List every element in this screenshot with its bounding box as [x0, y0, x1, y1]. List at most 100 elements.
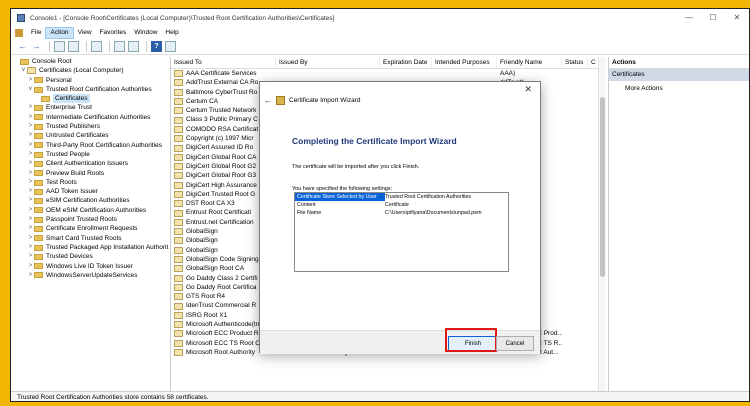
tree-item[interactable]: Console Root	[11, 57, 170, 66]
expand-arrow-icon[interactable]: >	[27, 150, 34, 159]
tree-item[interactable]: > Trusted People	[11, 150, 170, 159]
tree-item[interactable]: > Trusted Packaged App Installation Autho…	[11, 243, 170, 252]
table-cell	[562, 246, 588, 255]
expand-arrow-icon[interactable]: >	[27, 103, 34, 112]
settings-row[interactable]: Certificate Store Selected by User Trust…	[295, 193, 508, 201]
tree-item[interactable]: > Personal	[11, 76, 170, 85]
expand-arrow-icon[interactable]: >	[27, 271, 34, 280]
minimize-button[interactable]: —	[677, 9, 701, 27]
menu-favorites[interactable]: Favorites	[96, 27, 131, 39]
wizard-close-button[interactable]: ✕	[524, 84, 532, 95]
expand-arrow-icon[interactable]: >	[27, 113, 34, 122]
tree-item[interactable]: > Client Authentication Issuers	[11, 159, 170, 168]
console-menu-icon[interactable]	[15, 29, 23, 37]
tree-item[interactable]: ∨ Trusted Root Certification Authorities	[11, 85, 170, 94]
certificate-icon	[174, 116, 183, 124]
tree-item[interactable]: > Windows Live ID Token Issuer	[11, 262, 170, 271]
column-header[interactable]: Issued To	[171, 57, 276, 68]
cancel-button[interactable]: Cancel	[496, 336, 534, 351]
expand-arrow-icon[interactable]: >	[27, 262, 34, 271]
collapse-arrow-icon[interactable]: ∨	[20, 66, 27, 75]
expand-arrow-icon[interactable]: >	[27, 196, 34, 205]
show-action-pane-icon[interactable]	[165, 41, 176, 52]
tree-item[interactable]: > Preview Build Roots	[11, 169, 170, 178]
tree-item[interactable]: > Intermediate Certification Authorities	[11, 113, 170, 122]
tree-item[interactable]: > Enterprise Trust	[11, 103, 170, 112]
tree-item[interactable]: > Trusted Publishers	[11, 122, 170, 131]
column-header[interactable]: Intended Purposes	[432, 57, 497, 68]
close-window-button[interactable]: ✕	[725, 9, 749, 27]
refresh-icon[interactable]	[114, 41, 125, 52]
window-title: Console1 - [Console Root\Certificates (L…	[30, 14, 335, 22]
export-list-icon[interactable]	[128, 41, 139, 52]
folder-icon	[34, 235, 43, 242]
tree-item-label: Preview Build Roots	[46, 169, 105, 177]
expand-arrow-icon[interactable]: >	[27, 178, 34, 187]
actions-section-certificates[interactable]: Certificates	[609, 69, 749, 81]
tree-item[interactable]: > Passpoint Trusted Roots	[11, 215, 170, 224]
expand-arrow-icon[interactable]: >	[27, 243, 34, 252]
tree-item[interactable]: > AAD Token Issuer	[11, 187, 170, 196]
tree-item[interactable]: > Third-Party Root Certification Authorit…	[11, 141, 170, 150]
folder-icon	[34, 179, 43, 186]
help-icon[interactable]: ?	[151, 41, 162, 52]
tree-item[interactable]: > eSIM Certification Authorities	[11, 196, 170, 205]
expand-arrow-icon[interactable]: >	[27, 252, 34, 261]
setting-key: File Name	[297, 210, 322, 216]
tree-item[interactable]: > Test Roots	[11, 178, 170, 187]
maximize-button[interactable]: ☐	[701, 9, 725, 27]
expand-arrow-icon[interactable]: >	[27, 169, 34, 178]
expand-arrow-icon[interactable]: >	[27, 224, 34, 233]
expand-arrow-icon[interactable]: >	[27, 215, 34, 224]
expand-arrow-icon[interactable]: >	[27, 131, 34, 140]
tree-item[interactable]: > Untrusted Certificates	[11, 131, 170, 140]
up-folder-icon[interactable]	[54, 41, 65, 52]
tree-item[interactable]: > WindowsServerUpdateServices	[11, 271, 170, 280]
tree-item[interactable]: > Certificate Enrollment Requests	[11, 224, 170, 233]
table-row[interactable]: AAA Certificate Services AAA)	[171, 69, 606, 78]
tree-item[interactable]: ∨ Certificates (Local Computer)	[11, 66, 170, 75]
tree-item[interactable]: > Trusted Devices	[11, 252, 170, 261]
column-header[interactable]: Friendly Name	[497, 57, 562, 68]
column-header[interactable]: Expiration Date	[380, 57, 432, 68]
column-header[interactable]: Status	[562, 57, 588, 68]
settings-row[interactable]: File Name C:\Users\pifiyana\Documents\un…	[295, 209, 508, 217]
settings-row[interactable]: Content Certificate	[295, 201, 508, 209]
tree-item[interactable]: Certificates	[11, 94, 170, 104]
collapse-arrow-icon[interactable]: ∨	[27, 85, 34, 94]
cell-text: GTS Root R4	[186, 293, 226, 301]
tree-item[interactable]: > OEM eSIM Certification Authorities	[11, 206, 170, 215]
wizard-back-icon[interactable]: ←	[264, 96, 272, 105]
tree-item[interactable]: > Smart Card Trusted Roots	[11, 234, 170, 243]
expand-arrow-icon[interactable]: >	[27, 122, 34, 131]
expand-arrow-icon[interactable]: >	[27, 141, 34, 150]
show-hide-tree-icon[interactable]	[68, 41, 79, 52]
menu-window[interactable]: Window	[130, 27, 161, 39]
expand-arrow-icon[interactable]: >	[27, 234, 34, 243]
certificate-icon	[174, 191, 183, 198]
expand-arrow-icon[interactable]: >	[27, 159, 34, 168]
expand-arrow-icon[interactable]: >	[27, 187, 34, 196]
certificate-icon	[174, 200, 183, 208]
expand-arrow-icon[interactable]: >	[27, 76, 34, 85]
certificate-icon	[174, 107, 183, 115]
column-header[interactable]: Issued By	[276, 57, 380, 68]
scrollbar-thumb[interactable]	[600, 97, 605, 277]
forward-arrow-icon[interactable]: →	[31, 41, 42, 52]
expand-arrow-icon[interactable]: >	[27, 206, 34, 215]
wizard-settings-list[interactable]: Certificate Store Selected by User Trust…	[294, 192, 509, 272]
list-scrollbar[interactable]	[598, 57, 606, 391]
back-arrow-icon[interactable]: ←	[17, 41, 28, 52]
certificate-icon	[174, 181, 183, 189]
tree-item-label: OEM eSIM Certification Authorities	[46, 206, 147, 214]
copy-icon[interactable]	[91, 41, 102, 52]
menu-action[interactable]: Action	[45, 27, 74, 39]
menu-file[interactable]: File	[27, 27, 45, 39]
cell-text: COMODO RSA Certificat	[186, 125, 259, 133]
more-actions-link[interactable]: More Actions	[609, 83, 749, 95]
table-cell	[562, 320, 588, 329]
tree-item-label: Test Roots	[46, 178, 77, 186]
menu-view[interactable]: View	[74, 27, 96, 39]
table-cell	[562, 78, 588, 87]
menu-help[interactable]: Help	[161, 27, 182, 39]
